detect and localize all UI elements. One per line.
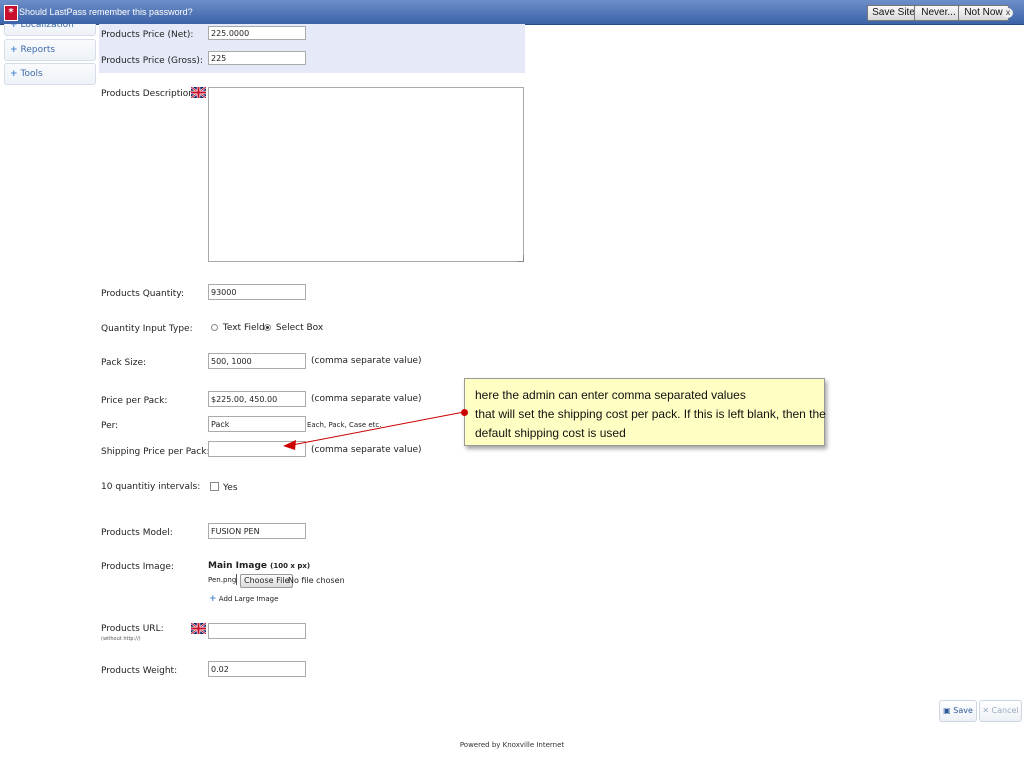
callout-line: default shipping cost is used <box>475 426 626 440</box>
footer-powered-by: Powered by Knoxville Internet <box>459 741 565 749</box>
save-icon: ▣ <box>943 706 951 715</box>
cancel-icon: ✕ <box>982 706 990 715</box>
callout-line: here the admin can enter comma separated… <box>475 388 746 402</box>
save-button[interactable]: ▣ Save <box>939 700 977 722</box>
callout-anchor-dot-icon <box>461 409 468 416</box>
callout-line: that will set the shipping cost per pack… <box>475 407 826 421</box>
cancel-label: Cancel <box>991 706 1019 715</box>
save-label: Save <box>953 706 973 715</box>
cancel-button[interactable]: ✕ Cancel <box>979 700 1022 722</box>
annotation-callout: here the admin can enter comma separated… <box>464 378 826 446</box>
